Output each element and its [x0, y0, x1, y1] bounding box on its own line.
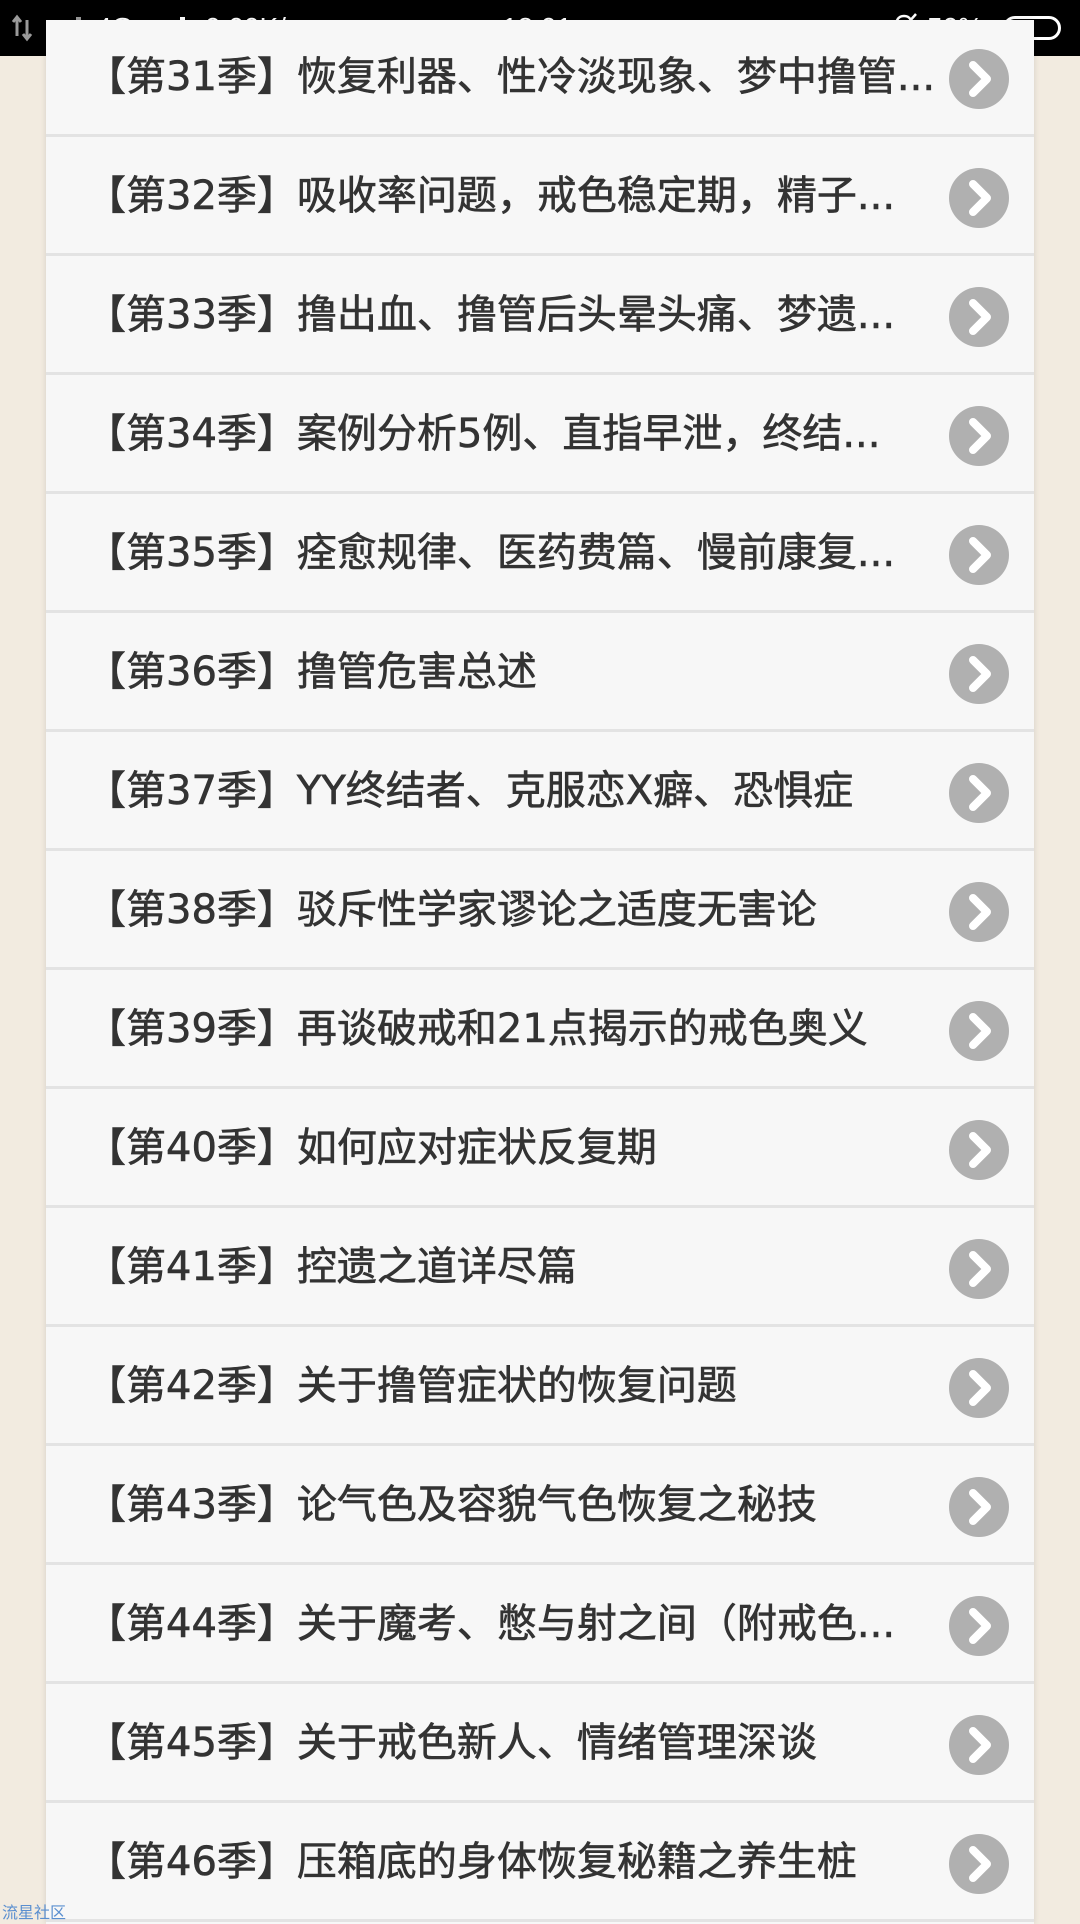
- list-item-title: 【第45季】关于戒色新人、情绪管理深谈: [86, 1720, 817, 1767]
- list-item-title: 【第34季】案例分析5例、直指早泄，终结...: [86, 411, 881, 458]
- list-item[interactable]: 【第42季】关于撸管症状的恢复问题: [46, 1329, 1034, 1446]
- list-item-title: 【第33季】撸出血、撸管后头晕头痛、梦遗...: [86, 292, 896, 339]
- chevron-right-circle-icon[interactable]: [949, 644, 1009, 704]
- list-item-title: 【第46季】压箱底的身体恢复秘籍之养生桩: [86, 1839, 857, 1886]
- chevron-right-circle-icon[interactable]: [949, 1834, 1009, 1894]
- list-item-title: 【第31季】恢复利器、性冷淡现象、梦中撸管...: [86, 54, 936, 101]
- chevron-right-circle-icon[interactable]: [949, 1596, 1009, 1656]
- watermark: 流星社区: [2, 1903, 67, 1922]
- chevron-right-circle-icon[interactable]: [949, 763, 1009, 823]
- chevron-right-circle-icon[interactable]: [949, 49, 1009, 109]
- list-item[interactable]: 【第31季】恢复利器、性冷淡现象、梦中撸管...: [46, 20, 1034, 137]
- chevron-right-circle-icon[interactable]: [949, 287, 1009, 347]
- chevron-right-circle-icon[interactable]: [949, 168, 1009, 228]
- list-item[interactable]: 【第35季】痊愈规律、医药费篇、慢前康复...: [46, 496, 1034, 613]
- chevron-right-circle-icon[interactable]: [949, 1358, 1009, 1418]
- list-item-title: 【第32季】吸收率问题，戒色稳定期，精子...: [86, 173, 896, 220]
- list-item-title: 【第43季】论气色及容貌气色恢复之秘技: [86, 1482, 817, 1529]
- list-item-title: 【第42季】关于撸管症状的恢复问题: [86, 1363, 737, 1410]
- list-item[interactable]: 【第45季】关于戒色新人、情绪管理深谈: [46, 1686, 1034, 1803]
- list-item[interactable]: 【第37季】YY终结者、克服恋X癖、恐惧症: [46, 734, 1034, 851]
- list-item[interactable]: 【第40季】如何应对症状反复期: [46, 1091, 1034, 1208]
- chevron-right-circle-icon[interactable]: [949, 525, 1009, 585]
- chevron-right-circle-icon[interactable]: [949, 1477, 1009, 1537]
- list-item-title: 【第36季】撸管危害总述: [86, 649, 537, 696]
- list-item-title: 【第44季】关于魔考、憋与射之间（附戒色...: [86, 1601, 896, 1648]
- list-item[interactable]: 【第32季】吸收率问题，戒色稳定期，精子...: [46, 139, 1034, 256]
- list-item[interactable]: 【第33季】撸出血、撸管后头晕头痛、梦遗...: [46, 258, 1034, 375]
- list-item[interactable]: 【第41季】控遗之道详尽篇: [46, 1210, 1034, 1327]
- chevron-right-circle-icon[interactable]: [949, 1715, 1009, 1775]
- list-item[interactable]: 【第34季】案例分析5例、直指早泄，终结...: [46, 377, 1034, 494]
- chevron-right-circle-icon[interactable]: [949, 1239, 1009, 1299]
- list-item[interactable]: 【第44季】关于魔考、憋与射之间（附戒色...: [46, 1567, 1034, 1684]
- list-item-title: 【第35季】痊愈规律、医药费篇、慢前康复...: [86, 530, 896, 577]
- chevron-right-circle-icon[interactable]: [949, 882, 1009, 942]
- chevron-right-circle-icon[interactable]: [949, 1001, 1009, 1061]
- chevron-right-circle-icon[interactable]: [949, 1120, 1009, 1180]
- list-item-title: 【第37季】YY终结者、克服恋X癖、恐惧症: [86, 768, 854, 815]
- season-list: 【第31季】恢复利器、性冷淡现象、梦中撸管... 【第32季】吸收率问题，戒色稳定…: [46, 20, 1034, 1924]
- data-transfer-icon: [10, 0, 34, 56]
- list-item[interactable]: 【第38季】驳斥性学家谬论之适度无害论: [46, 853, 1034, 970]
- list-item[interactable]: 【第46季】压箱底的身体恢复秘籍之养生桩: [46, 1805, 1034, 1922]
- list-item-title: 【第38季】驳斥性学家谬论之适度无害论: [86, 887, 817, 934]
- list-item[interactable]: 【第43季】论气色及容貌气色恢复之秘技: [46, 1448, 1034, 1565]
- list-item-title: 【第39季】再谈破戒和21点揭示的戒色奥义: [86, 1006, 868, 1053]
- list-item-title: 【第41季】控遗之道详尽篇: [86, 1244, 577, 1291]
- list-item-title: 【第40季】如何应对症状反复期: [86, 1125, 657, 1172]
- chevron-right-circle-icon[interactable]: [949, 406, 1009, 466]
- list-item[interactable]: 【第39季】再谈破戒和21点揭示的戒色奥义: [46, 972, 1034, 1089]
- list-item[interactable]: 【第36季】撸管危害总述: [46, 615, 1034, 732]
